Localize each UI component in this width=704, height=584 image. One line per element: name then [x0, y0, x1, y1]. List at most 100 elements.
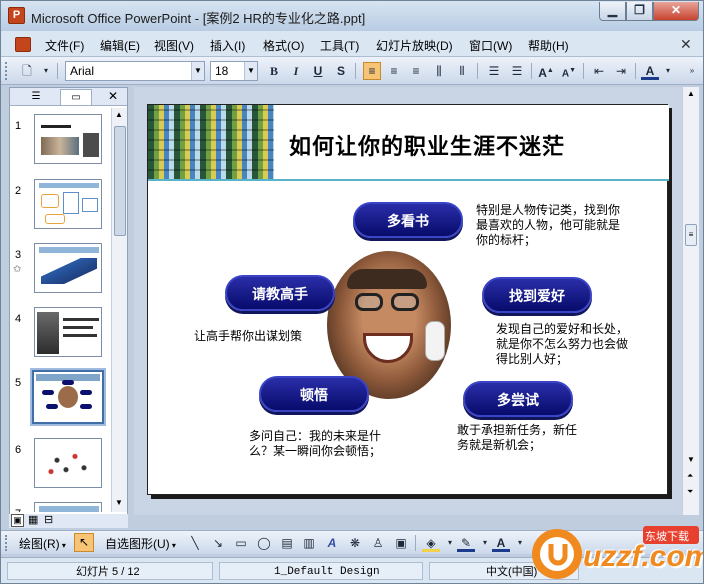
numbered-list-icon[interactable]: ☰: [485, 62, 503, 80]
slide-sorter-icon[interactable]: ▦: [28, 514, 38, 527]
close-panel-icon[interactable]: ✕: [108, 89, 118, 103]
increase-font-icon[interactable]: A▲: [537, 62, 555, 80]
autoshapes-button[interactable]: 自选图形(U) ▾: [105, 535, 176, 552]
scroll-up-icon[interactable]: ▲: [687, 89, 695, 98]
menu-insert[interactable]: 插入(I): [210, 37, 245, 54]
powerpoint-app-icon[interactable]: P: [8, 7, 25, 24]
scrollbar-thumb[interactable]: ≡: [685, 224, 697, 246]
oval-icon[interactable]: ◯: [255, 534, 273, 552]
menu-bar: 文件(F) 编辑(E) 视图(V) 插入(I) 格式(O) 工具(T) 幻灯片放…: [1, 31, 703, 57]
thumbnail-number: 3: [15, 249, 22, 261]
slides-tab[interactable]: ▭: [60, 89, 92, 105]
slide-thumbnail-1[interactable]: [34, 114, 102, 164]
wordart-icon[interactable]: A: [323, 534, 341, 552]
font-size-select[interactable]: 18 ▼: [210, 61, 258, 81]
desc-line: 么？某一瞬间你会顿悟；: [249, 444, 382, 458]
menu-view[interactable]: 视图(V): [154, 37, 194, 54]
new-document-icon[interactable]: 🗋: [18, 62, 36, 80]
menu-file[interactable]: 文件(F): [45, 37, 84, 54]
diagram-icon[interactable]: ❋: [346, 534, 364, 552]
slide-thumbnail-3[interactable]: [34, 243, 102, 293]
font-color-icon[interactable]: A: [641, 62, 659, 80]
distribute-icon[interactable]: ⫼: [430, 62, 448, 80]
bold-button[interactable]: B: [265, 62, 283, 80]
italic-button[interactable]: I: [287, 62, 305, 80]
slide-thumbnail-2[interactable]: [34, 179, 102, 229]
menu-format[interactable]: 格式(O): [263, 37, 304, 54]
menu-edit[interactable]: 编辑(E): [100, 37, 140, 54]
bullet-list-icon[interactable]: ☰: [508, 62, 526, 80]
thumbnails-scrollbar[interactable]: ▲ ▼: [111, 108, 127, 512]
desc-find-hobby[interactable]: 发现自己的爱好和长处， 就是你不怎么努力也会做 得比别人好；: [496, 322, 628, 367]
scroll-down-icon[interactable]: ▼: [115, 498, 123, 507]
desc-enlighten[interactable]: 多问自己：我的未来是什 么？某一瞬间你会顿悟；: [249, 429, 381, 459]
toolbar-grip[interactable]: [5, 535, 8, 551]
desc-ask-expert[interactable]: 让高手帮你出谋划策: [194, 329, 302, 344]
close-document-icon[interactable]: ✕: [680, 36, 692, 53]
slide-thumbnail-5[interactable]: [30, 368, 106, 426]
decrease-font-icon[interactable]: A▼: [560, 62, 578, 80]
close-icon: ✕: [670, 3, 682, 17]
arrow-icon[interactable]: ↘: [209, 534, 227, 552]
rectangle-icon[interactable]: ▭: [232, 534, 250, 552]
toolbar-grip[interactable]: [5, 62, 8, 80]
desc-line: 多问自己：我的未来是什: [249, 429, 382, 443]
minimize-icon: ▁: [607, 3, 618, 17]
pill-try-more[interactable]: 多尝试: [463, 381, 573, 417]
thumbnail-number: 2: [15, 185, 22, 197]
slide-canvas[interactable]: 如何让你的职业生涯不迷茫 多看书 请教高手 找到爱好 顿悟 多尝试 特别是人物传…: [147, 104, 669, 495]
pill-read-more[interactable]: 多看书: [353, 202, 463, 238]
shadow-button[interactable]: S: [332, 62, 350, 80]
pill-ask-expert[interactable]: 请教高手: [225, 275, 335, 311]
slide-thumbnail-6[interactable]: [34, 438, 102, 488]
underline-button[interactable]: U: [309, 62, 327, 80]
clipart-icon[interactable]: ♙: [369, 534, 387, 552]
font-color-icon[interactable]: A: [492, 534, 510, 552]
pill-enlighten[interactable]: 顿悟: [259, 376, 369, 412]
slide-thumbnail-4[interactable]: [34, 307, 102, 357]
select-pointer-icon[interactable]: ↖: [74, 533, 94, 552]
increase-indent-icon[interactable]: ⇥: [612, 62, 630, 80]
toolbar-dropdown-icon[interactable]: ▾: [37, 62, 55, 80]
scroll-down-icon[interactable]: ▼: [687, 455, 695, 464]
chevron-down-icon: ▾: [59, 541, 66, 550]
next-slide-icon[interactable]: ⏷: [687, 487, 693, 497]
fill-color-icon[interactable]: ◈: [422, 534, 440, 552]
scroll-up-icon[interactable]: ▲: [115, 110, 123, 119]
align-center-icon[interactable]: ≡: [385, 62, 403, 80]
scrollbar-thumb[interactable]: [114, 126, 126, 236]
slide-title[interactable]: 如何让你的职业生涯不迷茫: [289, 129, 565, 161]
desc-try-more[interactable]: 敢于承担新任务，新任 务就是新机会；: [457, 423, 577, 453]
font-name-select[interactable]: Arial ▼: [65, 61, 205, 81]
menu-window[interactable]: 窗口(W): [469, 37, 512, 54]
menu-tools[interactable]: 工具(T): [320, 37, 359, 54]
desc-read-more[interactable]: 特别是人物传记类，找到你 最喜欢的人物，他可能就是 你的标杆；: [476, 203, 620, 248]
decrease-indent-icon[interactable]: ⇤: [590, 62, 608, 80]
align-left-icon[interactable]: ≡: [363, 62, 381, 80]
normal-view-icon[interactable]: ▣: [11, 514, 24, 527]
align-right-icon[interactable]: ≡: [407, 62, 425, 80]
slide-thumbnail-7[interactable]: [34, 502, 102, 512]
maximize-button[interactable]: ❐: [626, 2, 653, 21]
chevron-down-icon[interactable]: ▾: [659, 62, 677, 80]
previous-slide-icon[interactable]: ⏶: [687, 471, 693, 481]
picture-icon[interactable]: ▣: [392, 534, 410, 552]
text-direction-icon[interactable]: ⫴: [453, 62, 471, 80]
line-icon[interactable]: ╲: [186, 534, 204, 552]
slide-vertical-scrollbar[interactable]: ▲ ≡ ▼ ⏶ ⏷: [682, 87, 699, 515]
panel-tabs: ☰ ▭ ✕: [10, 88, 127, 106]
vertical-textbox-icon[interactable]: ▥: [300, 534, 318, 552]
textbox-icon[interactable]: ▤: [278, 534, 296, 552]
slideshow-icon[interactable]: ⊟: [44, 514, 53, 527]
outline-tab[interactable]: ☰: [20, 89, 52, 105]
minimize-button[interactable]: ▁: [599, 2, 626, 21]
document-icon[interactable]: [15, 37, 31, 52]
desc-line: 特别是人物传记类，找到你: [476, 203, 621, 217]
toolbar-options-icon[interactable]: »: [683, 62, 701, 80]
draw-menu-button[interactable]: 绘图(R) ▾: [19, 535, 66, 552]
menu-help[interactable]: 帮助(H): [528, 37, 569, 54]
close-window-button[interactable]: ✕: [653, 2, 699, 21]
pill-find-hobby[interactable]: 找到爱好: [482, 277, 592, 313]
menu-slideshow[interactable]: 幻灯片放映(D): [376, 37, 453, 54]
line-color-icon[interactable]: ✎: [457, 534, 475, 552]
